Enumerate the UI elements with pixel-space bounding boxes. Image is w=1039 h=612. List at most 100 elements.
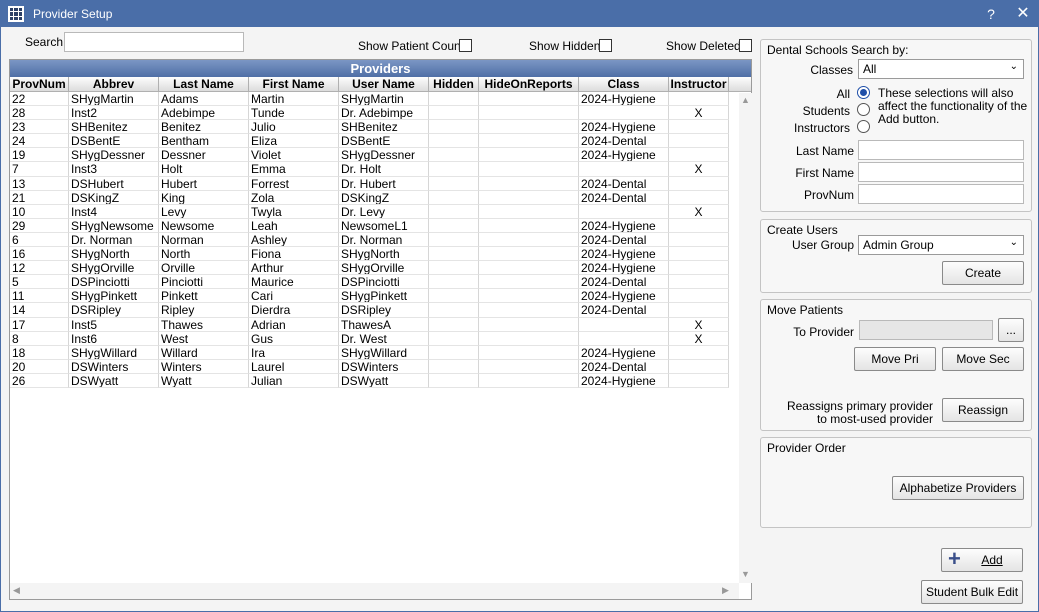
alphabetize-providers-button[interactable]: Alphabetize Providers	[892, 476, 1024, 500]
show-deleted-checkbox[interactable]	[739, 39, 752, 52]
table-row[interactable]: 24 DSBentE Bentham Eliza DSBentE 2024-Dental	[10, 134, 751, 149]
browse-provider-button[interactable]: ...	[998, 318, 1024, 342]
horizontal-scrollbar[interactable]: ◀ ▶	[10, 583, 739, 599]
table-cell	[429, 106, 479, 121]
table-cell: 23	[10, 120, 69, 135]
table-cell	[669, 261, 729, 276]
table-cell	[479, 275, 579, 290]
table-cell	[429, 162, 479, 177]
radio-instructors[interactable]	[857, 120, 870, 133]
column-header[interactable]: ProvNum	[10, 77, 69, 91]
table-row[interactable]: 12 SHygOrville Orville Arthur SHygOrville 202…	[10, 261, 751, 276]
providers-grid[interactable]: Providers ProvNum Abbrev Last Name First Na…	[9, 59, 752, 600]
table-cell: 2024-Dental	[579, 275, 669, 290]
table-cell	[479, 345, 579, 360]
table-row[interactable]: 13 DSHubert Hubert Forrest Dr. Hubert 2024-De…	[10, 176, 751, 191]
table-row[interactable]: 23 SHBenitez Benitez Julio SHBenitez 2024-Hyg…	[10, 120, 751, 135]
radio-all[interactable]	[857, 86, 870, 99]
table-row[interactable]: 28 Inst2 Adebimpe Tunde Dr. Adebimpe X	[10, 106, 751, 121]
table-cell: Inst5	[69, 317, 159, 332]
table-cell: X	[669, 317, 729, 332]
table-cell: DSKingZ	[339, 190, 429, 205]
scroll-right-icon[interactable]: ▶	[722, 585, 729, 596]
classes-select[interactable]: All ⌄	[858, 59, 1024, 79]
column-header[interactable]: Abbrev	[69, 77, 159, 91]
column-header[interactable]: User Name	[339, 77, 429, 91]
search-input[interactable]	[64, 32, 244, 52]
table-row[interactable]: 16 SHygNorth North Fiona SHygNorth 2024-Hygie…	[10, 247, 751, 262]
grid-title: Providers	[10, 60, 751, 77]
show-patient-count-label: Show Patient Count	[358, 39, 465, 53]
column-header[interactable]: HideOnReports	[479, 77, 579, 91]
table-row[interactable]: 10 Inst4 Levy Twyla Dr. Levy X	[10, 204, 751, 219]
radio-all-label: All	[836, 87, 850, 101]
table-cell	[479, 331, 579, 346]
table-cell: X	[669, 331, 729, 346]
table-cell: DSHubert	[69, 176, 159, 191]
table-row[interactable]: 11 SHygPinkett Pinkett Cari SHygPinkett 2024-…	[10, 289, 751, 304]
table-cell	[479, 148, 579, 163]
table-cell: SHygPinkett	[69, 289, 159, 304]
table-row[interactable]: 29 SHygNewsome Newsome Leah NewsomeL1 2024-Hy…	[10, 218, 751, 233]
scroll-left-icon[interactable]: ◀	[13, 585, 20, 596]
table-cell	[669, 359, 729, 374]
table-row[interactable]: 8 Inst6 West Gus Dr. West X	[10, 331, 751, 346]
table-cell	[479, 261, 579, 276]
help-button[interactable]: ?	[977, 3, 1005, 25]
table-cell: Arthur	[249, 261, 339, 276]
column-header[interactable]: Hidden	[429, 77, 479, 91]
move-sec-button[interactable]: Move Sec	[942, 347, 1024, 371]
provnum-field[interactable]	[858, 184, 1024, 204]
first-name-field[interactable]	[858, 162, 1024, 182]
column-header[interactable]: Last Name	[159, 77, 249, 91]
table-cell: 2024-Hygiene	[579, 92, 669, 107]
last-name-label: Last Name	[795, 144, 854, 158]
table-row[interactable]: 22 SHygMartin Adams Martin SHygMartin 2024-Hy…	[10, 92, 751, 107]
column-header[interactable]: Instructor	[669, 77, 729, 91]
table-row[interactable]: 6 Dr. Norman Norman Ashley Dr. Norman 2024-De…	[10, 232, 751, 248]
last-name-field[interactable]	[858, 140, 1024, 160]
scroll-down-icon[interactable]: ▼	[741, 569, 750, 579]
table-row[interactable]: 5 DSPinciotti Pinciotti Maurice DSPinciotti 2…	[10, 275, 751, 290]
table-cell	[429, 317, 479, 332]
table-row[interactable]: 18 SHygWillard Willard Ira SHygWillard 2024-H…	[10, 345, 751, 360]
table-cell: 2024-Hygiene	[579, 373, 669, 388]
radio-students[interactable]	[857, 103, 870, 116]
table-cell	[479, 317, 579, 332]
table-cell: Hubert	[159, 176, 249, 191]
table-row[interactable]: 14 DSRipley Ripley Dierdra DSRipley 2024-Dent…	[10, 303, 751, 318]
table-cell: Inst3	[69, 162, 159, 177]
table-cell: Fiona	[249, 247, 339, 262]
table-row[interactable]: 19 SHygDessner Dessner Violet SHygDessner 202…	[10, 148, 751, 163]
table-cell: 17	[10, 317, 69, 332]
table-cell: DSWyatt	[69, 373, 159, 388]
table-cell: Dr. Norman	[69, 232, 159, 248]
table-row[interactable]: 17 Inst5 Thawes Adrian ThawesA X	[10, 317, 751, 332]
add-button[interactable]: + Add	[941, 548, 1023, 572]
scroll-up-icon[interactable]: ▲	[741, 95, 750, 105]
table-cell	[429, 359, 479, 374]
column-header[interactable]: Class	[579, 77, 669, 91]
close-icon[interactable]: ✕	[1009, 3, 1037, 25]
table-cell: Tunde	[249, 106, 339, 121]
show-hidden-checkbox[interactable]	[599, 39, 612, 52]
table-row[interactable]: 26 DSWyatt Wyatt Julian DSWyatt 2024-Hygiene	[10, 373, 751, 388]
table-cell	[669, 148, 729, 163]
table-cell: Levy	[159, 204, 249, 219]
table-cell: SHygNorth	[69, 247, 159, 262]
table-row[interactable]: 21 DSKingZ King Zola DSKingZ 2024-Dental	[10, 190, 751, 205]
create-button[interactable]: Create	[942, 261, 1024, 285]
table-cell: 20	[10, 359, 69, 374]
table-row[interactable]: 7 Inst3 Holt Emma Dr. Holt X	[10, 162, 751, 177]
reassign-button[interactable]: Reassign	[942, 398, 1024, 422]
column-header[interactable]: First Name	[249, 77, 339, 91]
table-cell: Twyla	[249, 204, 339, 219]
table-cell: SHygDessner	[69, 148, 159, 163]
table-row[interactable]: 20 DSWinters Winters Laurel DSWinters 2024-De…	[10, 359, 751, 374]
move-pri-button[interactable]: Move Pri	[854, 347, 936, 371]
show-patient-count-checkbox[interactable]	[459, 39, 472, 52]
student-bulk-edit-button[interactable]: Student Bulk Edit	[921, 580, 1023, 604]
vertical-scrollbar[interactable]: ▲ ▼	[739, 93, 752, 583]
user-group-select[interactable]: Admin Group ⌄	[858, 235, 1024, 255]
grid-body: 22 SHygMartin Adams Martin SHygMartin 2024-Hy…	[10, 92, 751, 388]
